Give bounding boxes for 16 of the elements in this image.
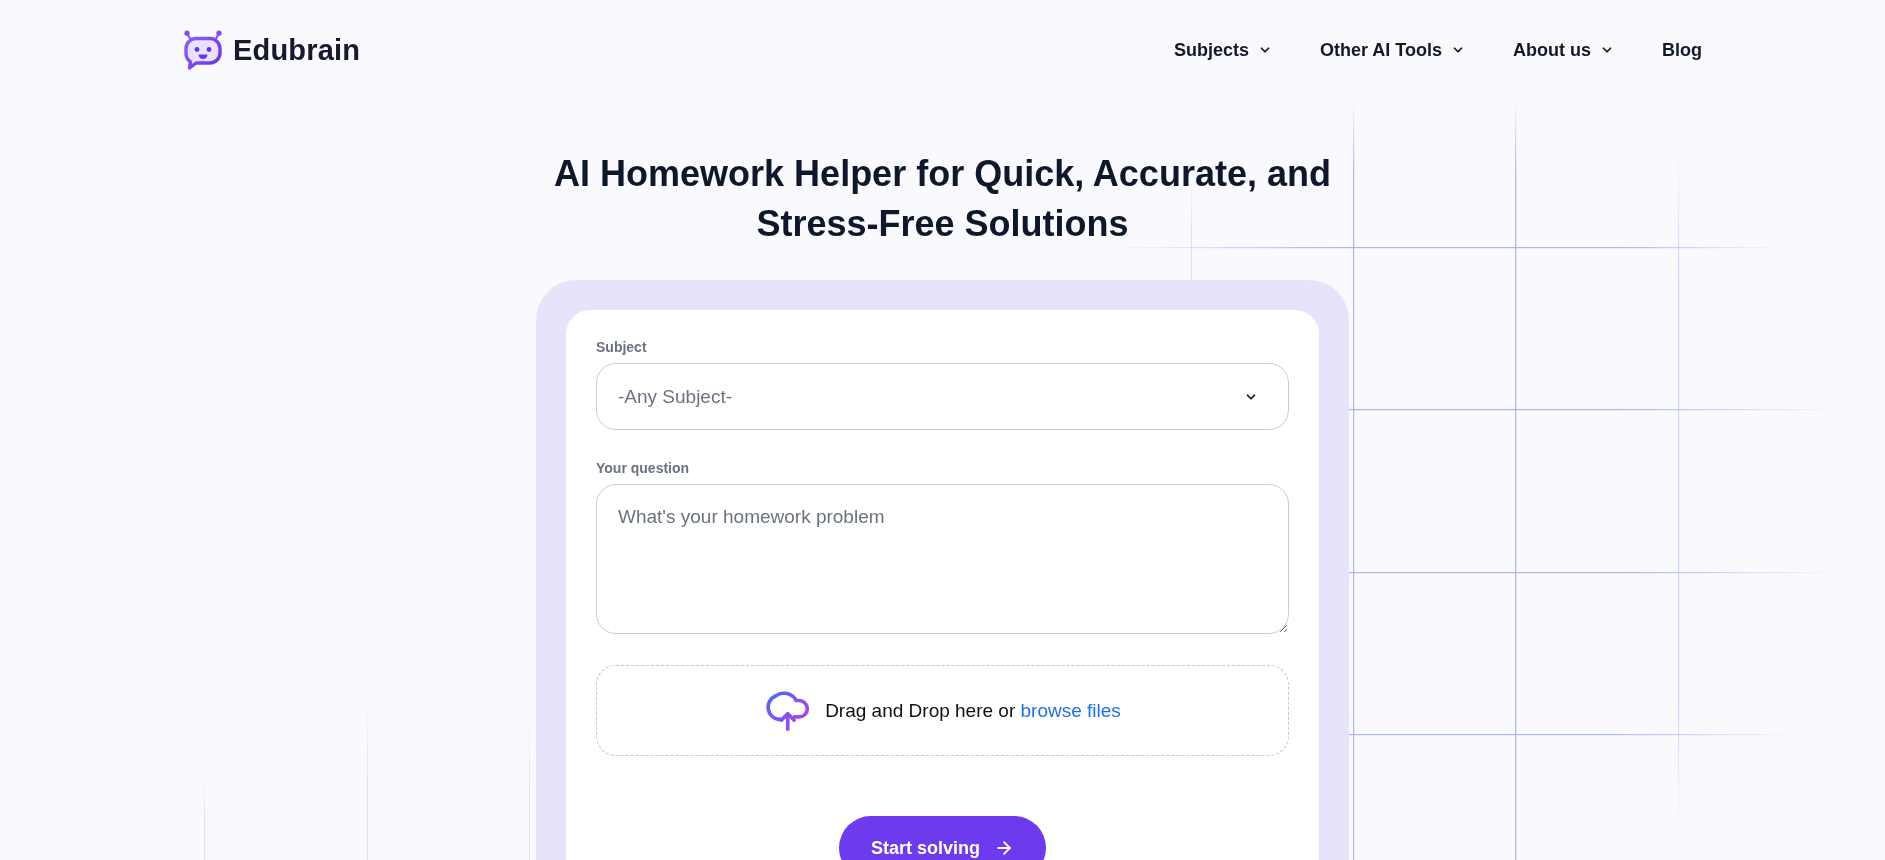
nav-link[interactable]: Blog	[1662, 39, 1702, 61]
nav-dropdown[interactable]: About us	[1513, 39, 1614, 61]
question-field[interactable]: What's your homework problem	[596, 484, 1289, 634]
subject-label: Subject	[596, 339, 647, 356]
nav-dropdown[interactable]: Other AI Tools	[1320, 39, 1465, 61]
browse-files-link[interactable]: browse files	[1020, 699, 1121, 721]
question-label: Your question	[596, 460, 690, 477]
robot-face-logo-icon	[183, 30, 223, 70]
logo-link[interactable]: Edubrain	[183, 30, 361, 70]
upload-dropzone[interactable]: Drag and Drop here or browse files	[596, 665, 1289, 756]
upload-instructions: Drag and Drop here or browse files	[825, 699, 1121, 722]
arrow-right-icon	[994, 838, 1014, 858]
start-solving-button[interactable]: Start solving	[839, 816, 1046, 860]
page-title: AI Homework Helper for Quick, Accurate, and Stress-Free Solutions	[553, 152, 1332, 246]
nav-dropdown[interactable]: Subjects	[1173, 39, 1272, 61]
subject-select[interactable]: -Any Subject-	[596, 363, 1289, 430]
